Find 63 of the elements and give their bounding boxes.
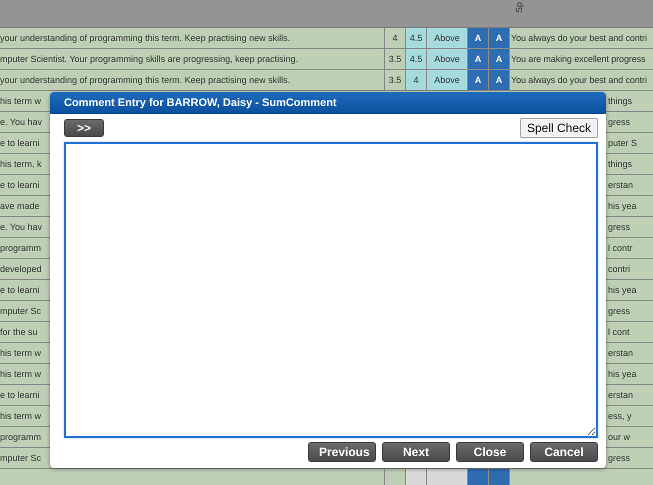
table-cell-text: his term w <box>0 368 42 381</box>
table-cell-text: e. You hav <box>0 116 44 129</box>
table-cell-text: e to learni <box>0 179 41 192</box>
table-cell-text: his term w <box>0 95 42 108</box>
table-cell-text: ess, y <box>607 410 633 423</box>
table-cell-text: You always do your best and contri <box>510 74 648 87</box>
grade-cell: A <box>489 28 510 48</box>
table-cell-text: e to learni <box>0 284 41 297</box>
table-cell: Above <box>427 49 468 69</box>
table-cell: your understanding of programming this term. Keep practising new skills. <box>0 28 385 48</box>
table-cell-text: his term w <box>0 410 42 423</box>
table-cell-text: l cont <box>607 326 631 339</box>
table-cell-text: things <box>607 95 634 108</box>
table-cell-text: puter S <box>607 137 638 150</box>
table-cell: 4 <box>406 70 427 90</box>
table-cell-text: l contr <box>607 242 634 255</box>
table-cell-text: for the su <box>0 326 39 339</box>
table-cell-text: e. You hav <box>0 221 44 234</box>
table-cell-text: mputer Sc <box>0 305 42 318</box>
table-cell: your understanding of programming this term. Keep practising new skills. <box>0 70 385 90</box>
dialog-title: Comment Entry for BARROW, Daisy - SumComment <box>50 92 606 114</box>
table-cell-text: programm <box>0 431 42 444</box>
grade-cell: A <box>489 49 510 69</box>
table-cell-text: his yea <box>607 368 638 381</box>
table-cell-text: ave made <box>0 200 41 213</box>
grade-cell: A <box>489 70 510 90</box>
table-cell-text: his yea <box>607 284 638 297</box>
column-header: Sp <box>514 2 524 14</box>
table-cell-text: contri <box>607 263 632 276</box>
table-cell-text: his term w <box>0 347 42 360</box>
table-cell-text: programm <box>0 242 42 255</box>
comment-input[interactable] <box>64 142 598 438</box>
spell-check-button[interactable]: Spell Check <box>520 118 598 138</box>
table-cell-text: gress <box>607 452 632 465</box>
table-cell: Above <box>427 28 468 48</box>
table-cell-text: our w <box>607 431 632 444</box>
table-cell-text: You always do your best and contri <box>510 32 648 45</box>
dialog-button[interactable]: Next <box>382 442 450 462</box>
table-cell-text: gress <box>607 116 632 129</box>
table-cell-text: mputer Sc <box>0 452 42 465</box>
table-cell-text: You are making excellent progress <box>510 53 646 66</box>
grade-cell: A <box>468 49 489 69</box>
table-cell-text: e to learni <box>0 389 41 402</box>
table-cell-text: his yea <box>607 200 638 213</box>
table-cell-text: his term, k <box>0 158 43 171</box>
table-cell: Above <box>427 70 468 90</box>
dialog-button[interactable]: Previous <box>308 442 376 462</box>
table-cell-text: gress <box>607 221 632 234</box>
table-cell: 4.5 <box>406 28 427 48</box>
table-cell: 4.5 <box>406 49 427 69</box>
table-cell-text: e to learni <box>0 137 41 150</box>
grade-cell: A <box>468 70 489 90</box>
table-cell-text: gress <box>607 305 632 318</box>
table-cell-text: developed <box>0 263 43 276</box>
table-cell-text: erstan <box>607 179 634 192</box>
dialog-button[interactable]: Close <box>456 442 524 462</box>
table-cell-text: erstan <box>607 389 634 402</box>
grade-cell: A <box>468 28 489 48</box>
dialog-button[interactable]: Cancel <box>530 442 598 462</box>
expand-button[interactable]: >> <box>64 119 104 137</box>
table-cell-text: things <box>607 158 634 171</box>
table-cell-text: erstan <box>607 347 634 360</box>
table-cell: mputer Scientist. Your programming skills are progressing, keep practising. <box>0 49 385 69</box>
